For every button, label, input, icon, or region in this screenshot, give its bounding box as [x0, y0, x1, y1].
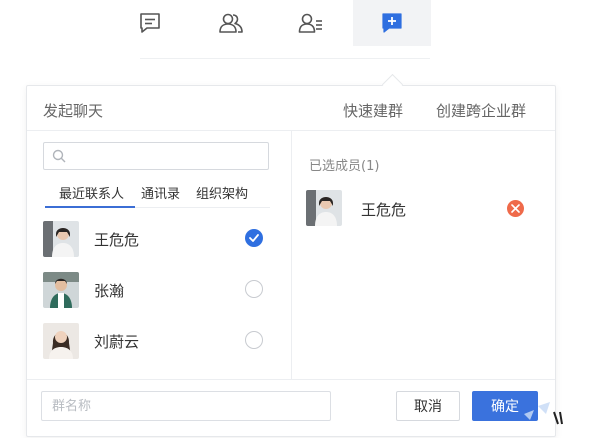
tab-org-structure[interactable]: 组织架构 [196, 183, 248, 202]
search-icon [52, 149, 66, 163]
toolbar-user-list[interactable] [272, 0, 350, 46]
contact-picker: 最近联系人 通讯录 组织架构 王危危 张瀚 刘蔚云 [27, 131, 292, 379]
selected-members-panel: 已选成员(1) 王危危 [292, 131, 555, 379]
selected-count-label: 已选成员(1) [309, 159, 380, 174]
search-input[interactable] [43, 142, 269, 170]
contact-checkbox[interactable] [245, 280, 263, 298]
toolbar-add-group[interactable] [353, 0, 431, 46]
remove-member-button[interactable] [507, 200, 524, 217]
toolbar-divider [140, 58, 430, 59]
popup-footer: 取消 确定 [27, 379, 555, 437]
user-list-icon [298, 13, 322, 33]
contact-name: 王危危 [94, 231, 140, 249]
top-toolbar [0, 0, 600, 59]
toolbar-contacts[interactable] [192, 0, 270, 46]
tab-recent-contacts[interactable]: 最近联系人 [59, 183, 124, 202]
cursor-decoration-icon [524, 402, 563, 425]
add-group-icon [382, 13, 402, 33]
popup-header: 发起聊天 快速建群 创建跨企业群 [27, 86, 555, 131]
contact-item[interactable]: 王危危 [27, 214, 291, 264]
cancel-button[interactable]: 取消 [396, 391, 460, 421]
avatar [43, 221, 79, 257]
contacts-icon [219, 13, 243, 33]
start-chat-popup: 发起聊天 快速建群 创建跨企业群 最近联系人 通讯录 组织架构 王危危 张瀚 刘… [26, 85, 556, 437]
popup-title: 发起聊天 [43, 102, 104, 120]
contact-item[interactable]: 刘蔚云 [27, 316, 291, 366]
close-icon [511, 204, 520, 213]
selected-member-name: 王危危 [361, 201, 407, 219]
contact-checkbox[interactable] [245, 229, 263, 247]
contact-name: 张瀚 [94, 282, 125, 300]
contact-tabs: 最近联系人 通讯录 组织架构 [45, 183, 270, 208]
avatar [43, 323, 79, 359]
message-icon [140, 13, 160, 33]
avatar [306, 190, 342, 226]
contact-checkbox[interactable] [245, 331, 263, 349]
toolbar-messages[interactable] [111, 0, 189, 46]
tab-address-book[interactable]: 通讯录 [141, 183, 180, 202]
contact-name: 刘蔚云 [94, 333, 140, 351]
contact-item[interactable]: 张瀚 [27, 265, 291, 315]
group-name-input[interactable] [41, 391, 331, 421]
selected-member: 王危危 [306, 188, 546, 228]
quick-group-link[interactable]: 快速建群 [343, 100, 403, 121]
check-icon [249, 234, 259, 242]
active-tab-indicator [45, 206, 135, 208]
avatar [43, 272, 79, 308]
cross-company-group-link[interactable]: 创建跨企业群 [436, 100, 526, 121]
